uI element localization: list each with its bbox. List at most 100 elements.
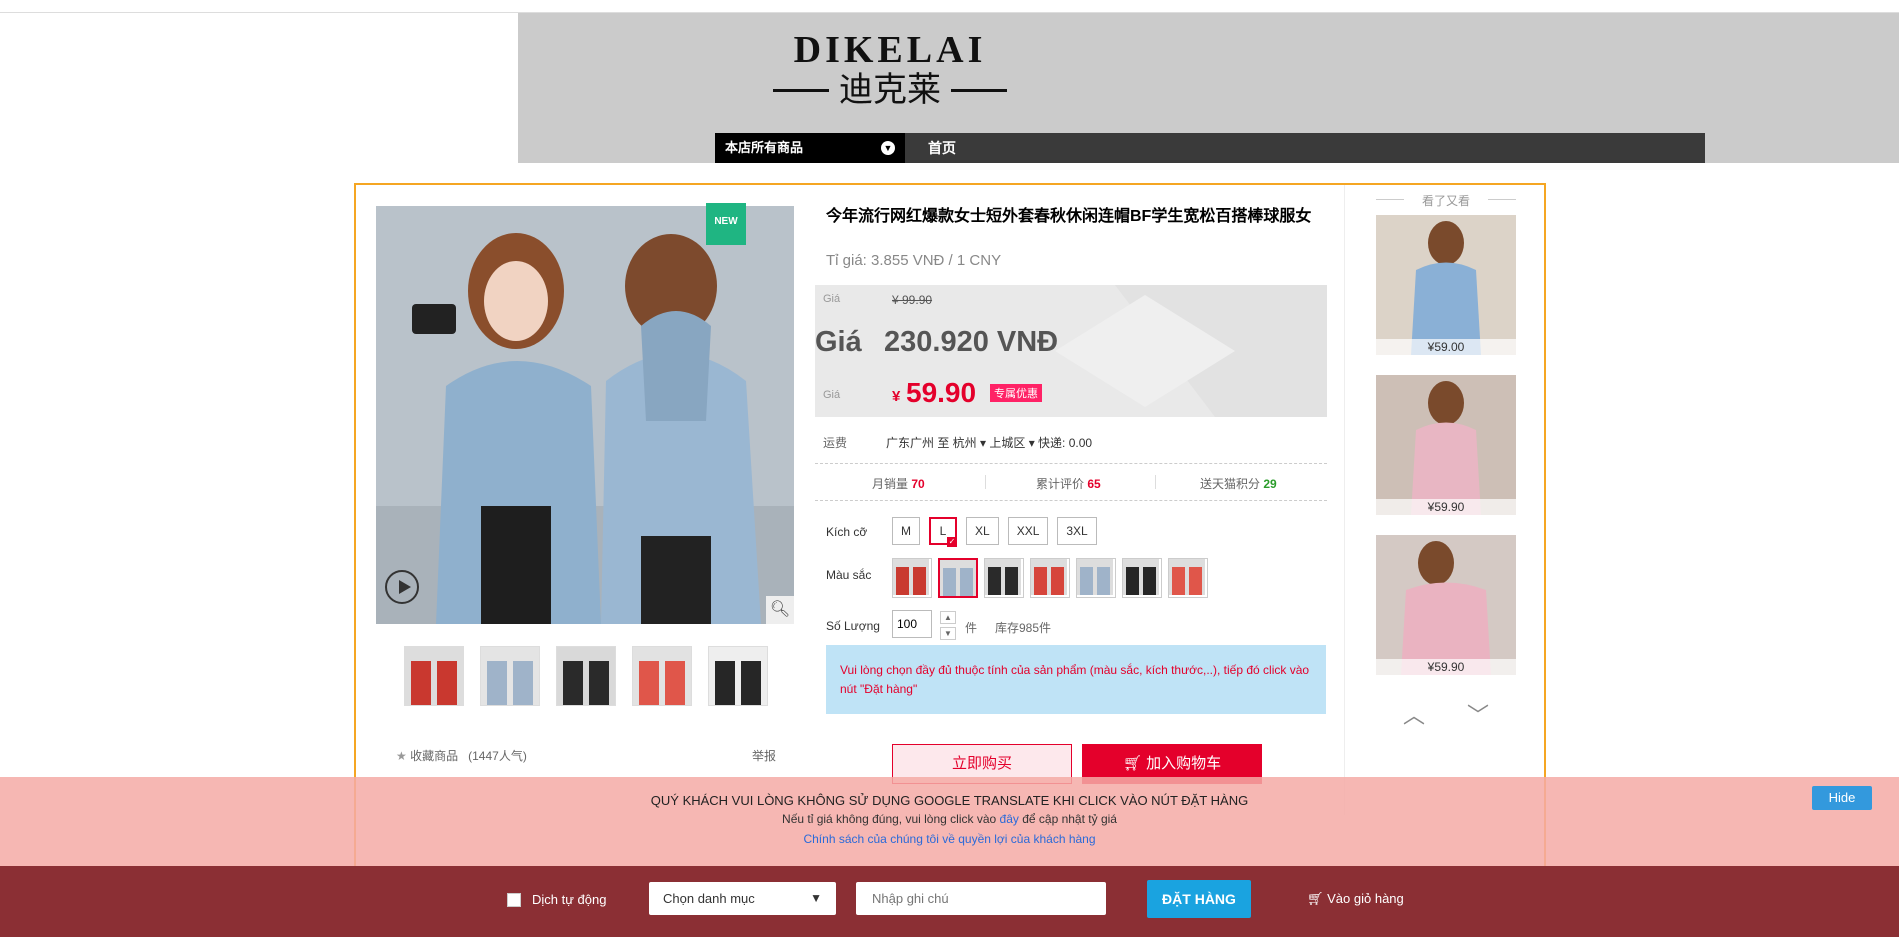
recommend-item[interactable]: ¥59.00 — [1376, 215, 1516, 355]
recommend-price: ¥59.00 — [1376, 339, 1516, 355]
logo-cn-row: 迪克莱 — [760, 70, 1020, 110]
color-swatch[interactable] — [892, 558, 932, 598]
size-option[interactable]: M — [892, 517, 920, 545]
color-swatch[interactable] — [984, 558, 1024, 598]
rate-update-text: Nếu tỉ giá không đúng, vui lòng click và… — [782, 812, 997, 826]
rate-update-link[interactable]: đây — [1000, 812, 1019, 826]
quantity-label: Số Lượng — [826, 619, 880, 633]
column-divider — [1344, 185, 1345, 815]
color-swatch[interactable] — [1168, 558, 1208, 598]
promo-badge: 专属优惠 — [990, 384, 1042, 402]
price-currency: ¥ — [892, 388, 901, 405]
favorite-label: 收藏商品 — [410, 749, 459, 763]
popularity-count: (1447人气) — [468, 749, 527, 763]
total-reviews[interactable]: 累计评价 65 — [1036, 475, 1101, 492]
tmall-points-value: 29 — [1263, 477, 1277, 491]
warning-title: QUÝ KHÁCH VUI LÒNG KHÔNG SỬ DỤNG GOOGLE … — [650, 793, 1249, 808]
size-option[interactable]: XXL — [1007, 517, 1049, 545]
recommend-title: 看了又看 — [1376, 192, 1516, 209]
thumbnail-5[interactable] — [708, 646, 768, 706]
star-icon: ★ — [396, 749, 407, 763]
nav-all-products[interactable]: 本店所有商品 ▼ — [715, 133, 905, 163]
stat-separator — [985, 475, 986, 489]
size-option-selected[interactable]: L — [929, 517, 957, 547]
vnd-price: 230.920 VNĐ — [884, 326, 1059, 358]
customer-policy-link[interactable]: Chính sách của chúng tôi về quyền lợi củ… — [0, 832, 1899, 846]
recommend-photo — [1376, 535, 1516, 675]
go-to-cart-label: Vào giỏ hàng — [1327, 891, 1404, 906]
new-badge: NEW — [706, 203, 746, 245]
note-input[interactable] — [856, 882, 1106, 915]
stat-separator — [1155, 475, 1156, 489]
logo-bar-right — [951, 88, 1007, 92]
total-reviews-label: 累计评价 — [1036, 477, 1085, 491]
chevron-down-icon: ▼ — [881, 141, 895, 155]
arrow-up-icon[interactable]: ︿ — [1403, 698, 1425, 730]
play-video-icon[interactable] — [385, 570, 419, 604]
thumbnail-4[interactable] — [632, 646, 692, 706]
nav-all-label: 本店所有商品 — [725, 140, 804, 155]
thumbnail-3[interactable] — [556, 646, 616, 706]
recommend-item[interactable]: ¥59.90 — [1376, 375, 1516, 515]
size-option[interactable]: XL — [966, 517, 999, 545]
category-select-value: Chọn danh mục — [663, 891, 755, 906]
recommend-photo — [1376, 375, 1516, 515]
sale-price-label: Giá — [823, 389, 841, 401]
add-to-cart-label: 加入购物车 — [1146, 755, 1222, 772]
shipping-info[interactable]: 广东广州 至 杭州 ▾ 上城区 ▾ 快递: 0.00 — [886, 434, 1092, 451]
logo-cn: 迪克莱 — [839, 70, 941, 110]
product-main-image[interactable] — [376, 206, 794, 624]
stock-count: 库存985件 — [995, 621, 1052, 635]
divider — [815, 500, 1327, 501]
monthly-sales: 月销量 70 — [872, 475, 925, 492]
order-button[interactable]: ĐẶT HÀNG — [1147, 880, 1251, 918]
quantity-decrease-icon[interactable]: ▼ — [940, 627, 956, 640]
chevron-down-icon: ▼ — [810, 891, 822, 905]
hide-button[interactable]: Hide — [1812, 786, 1872, 810]
logo-bar-left — [773, 88, 829, 92]
size-options: M L XL XXL 3XL — [892, 517, 1097, 547]
product-title: 今年流行网红爆款女士短外套春秋休闲连帽BF学生宽松百搭棒球服女 — [826, 208, 1312, 225]
color-swatch[interactable] — [1122, 558, 1162, 598]
recommend-item[interactable]: ¥59.90 — [1376, 535, 1516, 675]
cart-icon: 🛒︎ — [1307, 891, 1324, 906]
vnd-price-label: Giá — [815, 326, 862, 358]
auto-translate-checkbox[interactable] — [507, 893, 521, 907]
monthly-sales-value: 70 — [911, 477, 925, 491]
thumbnail-1[interactable] — [404, 646, 464, 706]
recommend-photo — [1376, 215, 1516, 355]
color-swatch[interactable] — [1076, 558, 1116, 598]
rate-update-note: Nếu tỉ giá không đúng, vui lòng click và… — [0, 812, 1899, 826]
top-divider — [0, 0, 1899, 13]
nav-home[interactable]: 首页 — [928, 133, 956, 163]
monthly-sales-label: 月销量 — [872, 477, 909, 491]
selection-notice: Vui lòng chọn đầy đủ thuộc tính của sản … — [826, 645, 1326, 714]
total-reviews-value: 65 — [1087, 477, 1101, 491]
sale-price: 59.90 — [906, 377, 977, 408]
original-price-label: Giá — [823, 293, 841, 305]
shipping-label: 运费 — [823, 436, 848, 450]
quantity-unit: 件 — [965, 621, 978, 635]
cart-icon: 🛒︎ — [1122, 755, 1142, 772]
report-link[interactable]: 举报 — [752, 747, 776, 764]
size-option[interactable]: 3XL — [1057, 517, 1097, 545]
thumbnail-2[interactable] — [480, 646, 540, 706]
tmall-points-label: 送天猫积分 — [1200, 477, 1261, 491]
color-swatch-selected[interactable] — [938, 558, 978, 598]
recommend-price: ¥59.90 — [1376, 499, 1516, 515]
color-label: Màu sắc — [826, 568, 872, 582]
color-options — [892, 558, 1208, 598]
size-label: Kích cỡ — [826, 525, 868, 539]
tmall-points: 送天猫积分 29 — [1200, 475, 1277, 492]
quantity-input[interactable] — [892, 610, 932, 638]
color-swatch[interactable] — [1030, 558, 1070, 598]
thumbnail-strip — [404, 646, 768, 706]
recommend-price: ¥59.90 — [1376, 659, 1516, 675]
shop-logo[interactable]: DIKELAI 迪克莱 — [760, 30, 1020, 110]
go-to-cart-link[interactable]: 🛒︎ Vào giỏ hàng — [1307, 891, 1404, 907]
zoom-icon[interactable]: 🔍︎ — [766, 596, 794, 624]
favorite-product[interactable]: ★ 收藏商品 (1447人气) — [396, 747, 527, 764]
category-select[interactable]: Chọn danh mục ▼ — [649, 882, 836, 915]
quantity-increase-icon[interactable]: ▲ — [940, 611, 956, 624]
arrow-down-icon[interactable]: ﹀ — [1467, 698, 1489, 730]
